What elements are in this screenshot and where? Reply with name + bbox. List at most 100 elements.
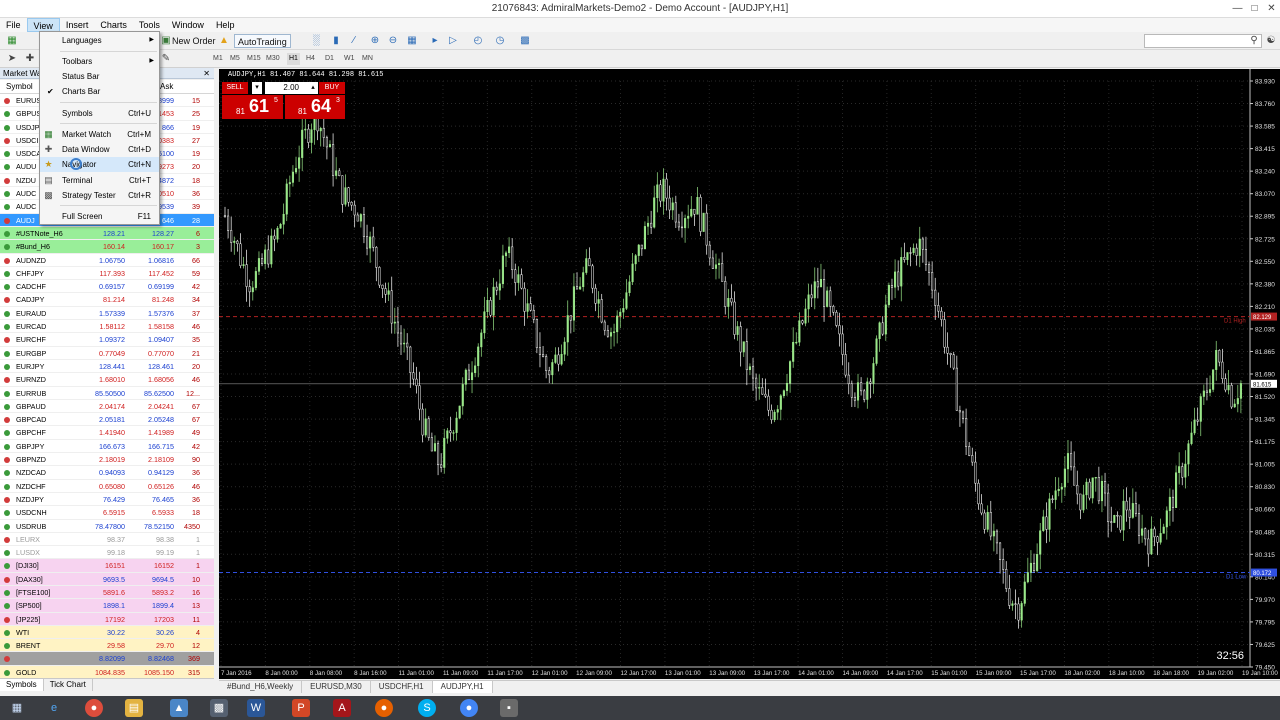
market-watch-row[interactable]: [FTSE100] 5891.6 5893.2 16 xyxy=(0,585,214,600)
timeframe-m1[interactable]: M1 xyxy=(213,53,223,65)
word-icon[interactable]: W xyxy=(247,699,265,717)
market-watch-row[interactable]: CADCHF 0.69157 0.69199 42 xyxy=(0,280,214,294)
skype-icon[interactable]: S xyxy=(418,699,436,717)
menu-file[interactable]: File xyxy=(0,18,27,32)
cursor-icon[interactable]: ➤ xyxy=(6,53,18,65)
market-watch-row[interactable]: EURRUB 85.50500 85.62500 12... xyxy=(0,386,214,400)
lot-increase-icon[interactable]: ▴ xyxy=(308,82,318,94)
menu-item-market-watch[interactable]: ▦ Market Watch Ctrl+M xyxy=(40,127,159,142)
tab-tick-chart[interactable]: Tick Chart xyxy=(44,679,93,691)
chrome-icon[interactable]: ● xyxy=(85,699,103,717)
market-watch-row[interactable]: USDCNH 6.5915 6.5933 18 xyxy=(0,506,214,520)
menu-item-languages[interactable]: Languages ▶ xyxy=(40,33,159,48)
menu-tools[interactable]: Tools xyxy=(133,18,166,32)
menu-help[interactable]: Help xyxy=(210,18,241,32)
market-watch-row[interactable]: [DJI30] 16151 16152 1 xyxy=(0,559,214,573)
templates-icon[interactable]: ▩ xyxy=(519,35,531,47)
menu-view[interactable]: View xyxy=(26,18,60,32)
search-icon[interactable]: ⚲ xyxy=(1248,35,1260,47)
metatrader-icon[interactable]: ▩ xyxy=(210,699,228,717)
firefox-icon[interactable]: ● xyxy=(375,699,393,717)
market-watch-row[interactable]: WTI 30.22 30.26 4 xyxy=(0,625,214,640)
powerpoint-icon[interactable]: P xyxy=(292,699,310,717)
zoom-in-icon[interactable]: ⊕ xyxy=(369,35,381,47)
new-order-button[interactable]: New Order xyxy=(172,34,216,48)
community-icon[interactable]: ☯ xyxy=(1265,35,1277,47)
candle-chart-icon[interactable]: ▮ xyxy=(330,35,342,47)
timeframe-m15[interactable]: M15 xyxy=(247,53,261,65)
tile-windows-icon[interactable]: ▦ xyxy=(406,35,418,47)
market-watch-row[interactable]: GBPCHF 1.41940 1.41989 49 xyxy=(0,426,214,440)
windows-start-icon[interactable]: ▦ xyxy=(8,699,26,717)
menu-item-data-window[interactable]: ✚ Data Window Ctrl+D xyxy=(40,142,159,157)
column-ask[interactable]: Ask xyxy=(160,80,173,94)
menu-item-terminal[interactable]: ▤ Terminal Ctrl+T xyxy=(40,173,159,188)
market-watch-row[interactable]: EURAUD 1.57339 1.57376 37 xyxy=(0,306,214,321)
timeframe-w1[interactable]: W1 xyxy=(344,53,355,65)
chart-tab-bund[interactable]: #Bund_H6,Weekly xyxy=(219,681,303,693)
market-watch-row[interactable]: [JP225] 17192 17203 11 xyxy=(0,612,214,626)
buy-button[interactable]: BUY xyxy=(319,82,345,94)
price-chart[interactable]: 83.930 83.760 83.585 83.415 83.240 83.070 82.8… xyxy=(219,69,1280,679)
market-watch-row[interactable]: NZDCHF 0.65080 0.65126 46 xyxy=(0,479,214,493)
market-watch-row[interactable]: #USTNote_H6 128.21 128.27 6 xyxy=(0,226,214,241)
market-watch-row[interactable]: AUDNZD 1.06750 1.06816 66 xyxy=(0,253,214,267)
menu-item-strategy-tester[interactable]: ▩ Strategy Tester Ctrl+R xyxy=(40,188,159,203)
sell-button[interactable]: SELL xyxy=(222,82,248,94)
new-chart-icon[interactable]: ▦ xyxy=(6,35,18,47)
menu-item-status-bar[interactable]: Status Bar xyxy=(40,69,159,84)
chart-shift-icon[interactable]: ▷ xyxy=(447,35,459,47)
indicators-icon[interactable]: ◴ xyxy=(472,35,484,47)
market-watch-close-icon[interactable]: ✕ xyxy=(203,68,210,79)
market-watch-row[interactable]: LEURX 98.37 98.38 1 xyxy=(0,532,214,547)
market-watch-row[interactable]: EURCHF 1.09372 1.09407 35 xyxy=(0,333,214,347)
market-watch-row[interactable]: NZDJPY 76.429 76.465 36 xyxy=(0,492,214,507)
close-icon[interactable]: ✕ xyxy=(1263,0,1280,18)
market-watch-row[interactable]: GBPAUD 2.04174 2.04241 67 xyxy=(0,399,214,414)
market-watch-row[interactable]: [SP500] 1898.1 1899.4 13 xyxy=(0,599,214,613)
tab-symbols[interactable]: Symbols xyxy=(0,679,44,691)
sell-price[interactable]: 81 61 5 xyxy=(222,95,283,119)
market-watch-row[interactable]: GBPNZD 2.18019 2.18109 90 xyxy=(0,453,214,467)
market-watch-row[interactable]: #Bund_H6 160.14 160.17 3 xyxy=(0,240,214,254)
timeframe-h4[interactable]: H4 xyxy=(306,53,315,65)
market-watch-row[interactable]: CHFJPY 117.393 117.452 59 xyxy=(0,266,214,281)
menu-item-charts-bar[interactable]: ✔ Charts Bar xyxy=(40,84,159,99)
app-2-icon[interactable]: ▪ xyxy=(500,699,518,717)
market-watch-row[interactable]: EURNZD 1.68010 1.68056 46 xyxy=(0,373,214,387)
column-symbol[interactable]: Symbol xyxy=(6,80,33,94)
lot-size-input[interactable]: 2.00 xyxy=(265,82,309,94)
market-watch-row[interactable]: LUSDX 99.18 99.19 1 xyxy=(0,546,214,560)
periods-icon[interactable]: ◷ xyxy=(494,35,506,47)
market-watch-row[interactable]: CADJPY 81.214 81.248 34 xyxy=(0,293,214,307)
menu-window[interactable]: Window xyxy=(166,18,210,32)
market-watch-row[interactable]: GOLD 1084.835 1085.150 315 xyxy=(0,665,214,678)
bar-chart-icon[interactable]: ░ xyxy=(310,35,322,47)
timeframe-mn[interactable]: MN xyxy=(362,53,373,65)
lot-decrease-icon[interactable]: ▾ xyxy=(252,82,262,94)
chrome-app-icon[interactable]: ● xyxy=(460,699,478,717)
market-watch-row[interactable]: GBPCAD 2.05181 2.05248 67 xyxy=(0,413,214,427)
market-watch-row[interactable]: EURCAD 1.58112 1.58158 46 xyxy=(0,320,214,334)
menu-item-full-screen[interactable]: Full Screen F11 xyxy=(40,209,159,224)
market-watch-row[interactable]: EURJPY 128.441 128.461 20 xyxy=(0,359,214,374)
timeframe-h1[interactable]: H1 xyxy=(287,53,300,65)
maximize-icon[interactable]: □ xyxy=(1246,0,1263,18)
timeframe-m30[interactable]: M30 xyxy=(266,53,280,65)
market-watch-row[interactable]: BRENT 29.58 29.70 12 xyxy=(0,639,214,653)
chart-window[interactable]: 83.930 83.760 83.585 83.415 83.240 83.070 82.8… xyxy=(219,69,1280,679)
market-watch-row[interactable]: 8.82099 8.82468 369 xyxy=(0,652,214,666)
buy-price[interactable]: 81 64 3 xyxy=(285,95,345,119)
search-input[interactable] xyxy=(1144,34,1262,48)
timeframe-d1[interactable]: D1 xyxy=(325,53,334,65)
menu-insert[interactable]: Insert xyxy=(60,18,95,32)
acrobat-icon[interactable]: A xyxy=(333,699,351,717)
chart-tab-eurusd[interactable]: EURUSD,M30 xyxy=(302,681,371,693)
market-watch-row[interactable]: GBPJPY 166.673 166.715 42 xyxy=(0,439,214,454)
zoom-out-icon[interactable]: ⊖ xyxy=(387,35,399,47)
menu-charts[interactable]: Charts xyxy=(94,18,133,32)
internet-explorer-icon[interactable]: e xyxy=(45,699,63,717)
minimize-icon[interactable]: — xyxy=(1229,0,1246,18)
line-chart-icon[interactable]: ∕ xyxy=(348,35,360,47)
market-watch-row[interactable]: USDRUB 78.47800 78.52150 4350 xyxy=(0,519,214,533)
